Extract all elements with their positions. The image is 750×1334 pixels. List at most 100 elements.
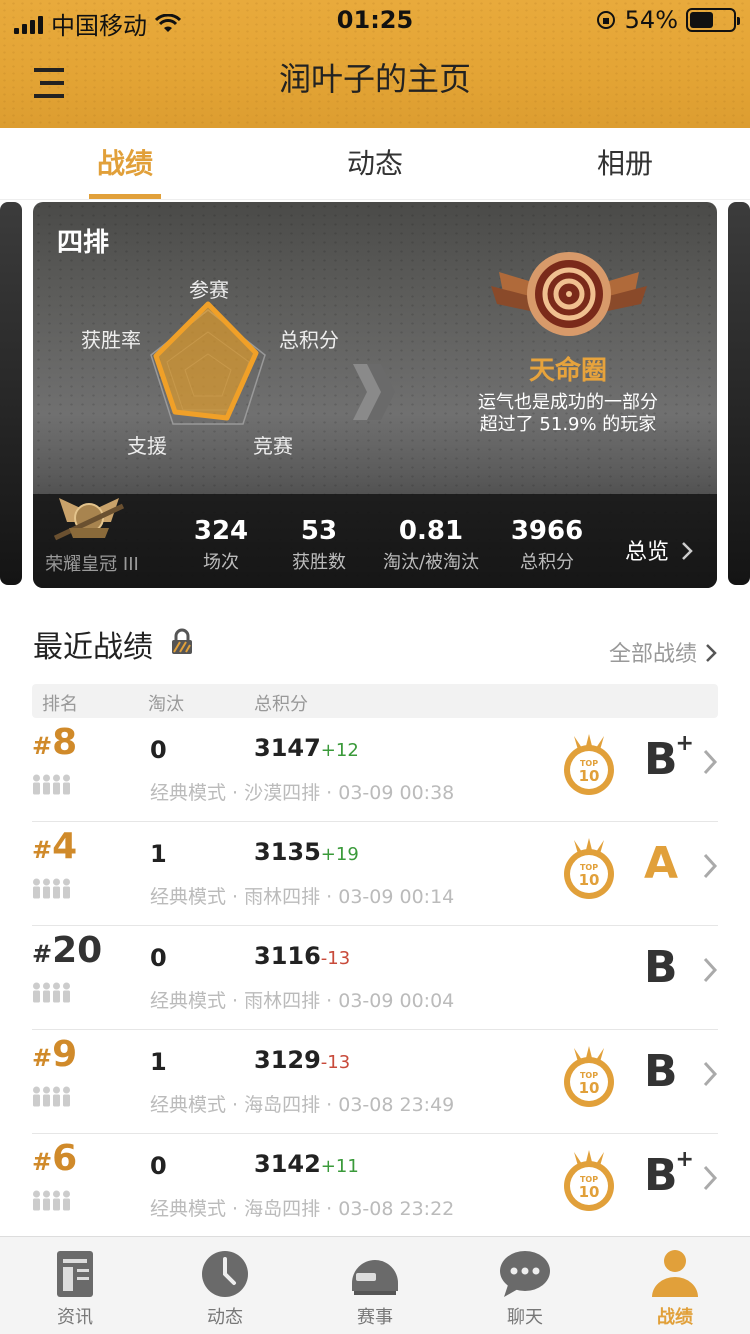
squad-indicator	[32, 1190, 74, 1216]
grade-badge: B	[644, 942, 678, 993]
grade-badge: B+	[644, 731, 694, 785]
stat-value: 3966	[510, 516, 584, 546]
crown-tier-icon	[53, 498, 125, 541]
match-row[interactable]: #8 0 3147+12 经典模式 · 沙漠四排 · 03-09 00:38 TOP 10…	[32, 718, 718, 822]
double-chevron-icon	[353, 364, 395, 420]
news-icon	[57, 1251, 93, 1297]
moments-icon	[202, 1251, 248, 1297]
header-rank: 排名	[42, 694, 78, 715]
nav-item-chat[interactable]: 聊天	[450, 1237, 600, 1334]
score-delta: +19	[320, 844, 359, 865]
top10-badge: TOP 10	[560, 734, 618, 800]
grade-badge: B	[644, 1046, 678, 1097]
score-value: 3129-13	[254, 1046, 351, 1074]
header-kills: 淘汰	[148, 694, 184, 715]
svg-text:10: 10	[579, 871, 600, 889]
radar-label-win-rate: 获胜率	[81, 328, 141, 352]
top10-badge: TOP 10	[560, 838, 618, 904]
top10-badge: TOP 10	[560, 1046, 618, 1112]
kills-value: 0	[150, 1152, 167, 1180]
nav-label: 动态	[207, 1307, 243, 1328]
next-card[interactable]	[728, 202, 750, 585]
stat-label: 获胜数	[292, 552, 346, 573]
svg-text:10: 10	[579, 1079, 600, 1097]
rank-name: 天命圈	[528, 356, 607, 386]
mode-label: 四排	[57, 228, 110, 258]
nav-item-record[interactable]: 战绩	[600, 1237, 750, 1334]
battery-percent: 54%	[624, 6, 678, 34]
chevron-right-icon	[706, 644, 717, 662]
stat-label: 总积分	[520, 552, 574, 573]
helmet-icon	[352, 1260, 398, 1295]
chat-icon	[500, 1251, 550, 1297]
squad-indicator	[32, 1086, 74, 1112]
score-value: 3142+11	[254, 1150, 359, 1178]
nav-item-moments[interactable]: 动态	[150, 1237, 300, 1334]
season-summary-card[interactable]: 四排 参赛 总积分 竞赛 支援 获胜率 天命圈 运气也是成功的一部分 超过了 5…	[33, 202, 717, 588]
chevron-right-icon	[682, 542, 693, 560]
match-meta: 经典模式 · 海岛四排 · 03-08 23:22	[150, 1198, 455, 1220]
score-delta: -13	[320, 1052, 351, 1073]
nav-label: 战绩	[657, 1307, 693, 1328]
rank-badge-icon	[491, 252, 647, 336]
row-chevron	[702, 1060, 718, 1092]
score-delta: -13	[320, 948, 351, 969]
kills-value: 1	[150, 840, 167, 868]
squad-indicator	[32, 982, 74, 1008]
profile-icon	[652, 1250, 698, 1297]
all-records-link[interactable]: 全部战绩	[609, 636, 718, 668]
kills-value: 1	[150, 1048, 167, 1076]
stat-label: 场次	[203, 552, 239, 573]
score-value: 3116-13	[254, 942, 351, 970]
chevron-right-icon	[703, 1061, 718, 1087]
overview-link[interactable]: 总览	[625, 534, 694, 566]
placement: #20	[32, 930, 103, 971]
squad-icon	[33, 982, 70, 1003]
nav-label: 聊天	[507, 1307, 543, 1328]
score-delta: +11	[320, 1156, 359, 1177]
kills-value: 0	[150, 736, 167, 764]
rank-description: 运气也是成功的一部分 超过了 51.9% 的玩家	[433, 392, 703, 436]
squad-icon	[33, 1190, 70, 1211]
placement: #4	[32, 826, 78, 867]
radar-label-score: 总积分	[279, 328, 339, 352]
chevron-right-icon	[703, 749, 718, 775]
placement: #6	[32, 1138, 78, 1179]
stat-label: 淘汰/被淘汰	[382, 552, 480, 573]
bottom-nav: 资讯 动态 赛事 聊天 战绩	[0, 1236, 750, 1334]
kills-value: 0	[150, 944, 167, 972]
squad-indicator	[32, 878, 74, 904]
tab-moments[interactable]: 动态	[250, 128, 500, 199]
row-chevron	[702, 956, 718, 988]
nav-item-events[interactable]: 赛事	[300, 1237, 450, 1334]
placement: #8	[32, 722, 78, 763]
chevron-right-icon	[703, 957, 718, 983]
squad-icon	[33, 774, 70, 795]
match-row[interactable]: #9 1 3129-13 经典模式 · 海岛四排 · 03-08 23:49 TOP 10…	[32, 1030, 718, 1134]
match-row[interactable]: #6 0 3142+11 经典模式 · 海岛四排 · 03-08 23:22 TOP 10…	[32, 1134, 718, 1238]
radar-label-support: 支援	[127, 434, 167, 458]
tab-record[interactable]: 战绩	[0, 128, 250, 199]
lock-icon[interactable]	[170, 628, 194, 656]
chevron-right-icon	[703, 853, 718, 879]
recent-title: 最近战绩	[33, 630, 153, 665]
row-chevron	[702, 1164, 718, 1196]
match-meta: 经典模式 · 海岛四排 · 03-08 23:49	[150, 1094, 455, 1116]
nav-item-news[interactable]: 资讯	[0, 1237, 150, 1334]
rank-desc-line-1: 运气也是成功的一部分	[478, 392, 658, 413]
table-header: 排名 淘汰 总积分	[32, 684, 718, 718]
match-row[interactable]: #4 1 3135+19 经典模式 · 雨林四排 · 03-09 00:14 TOP 10…	[32, 822, 718, 926]
top10-badge-icon: TOP10	[564, 838, 614, 899]
svg-text:10: 10	[579, 767, 600, 785]
row-chevron	[702, 748, 718, 780]
prev-card[interactable]	[0, 202, 22, 585]
squad-icon	[33, 878, 70, 899]
score-value: 3135+19	[254, 838, 359, 866]
radar-label-competition: 竞赛	[253, 434, 293, 458]
nav-label: 赛事	[357, 1307, 393, 1328]
match-row[interactable]: #20 0 3116-13 经典模式 · 雨林四排 · 03-09 00:04 B	[32, 926, 718, 1030]
overview-label: 总览	[625, 540, 670, 565]
top10-badge-icon: TOP10	[564, 1150, 614, 1211]
tab-album[interactable]: 相册	[500, 128, 750, 199]
page-title: 润叶子的主页	[278, 60, 471, 98]
